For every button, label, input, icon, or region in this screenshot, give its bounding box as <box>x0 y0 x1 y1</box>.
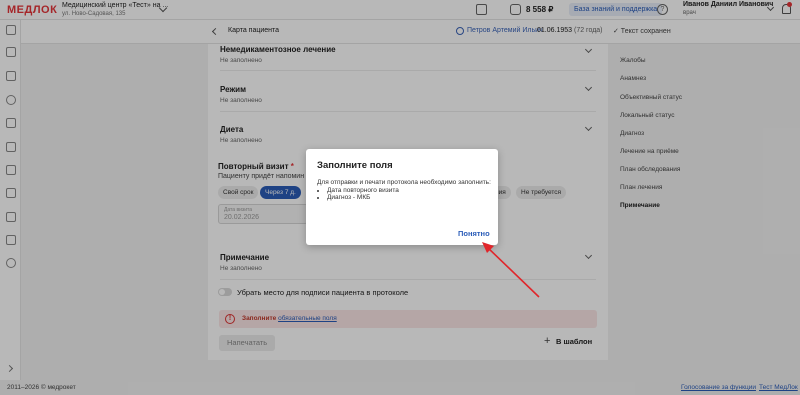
annotation-arrow <box>482 242 540 298</box>
